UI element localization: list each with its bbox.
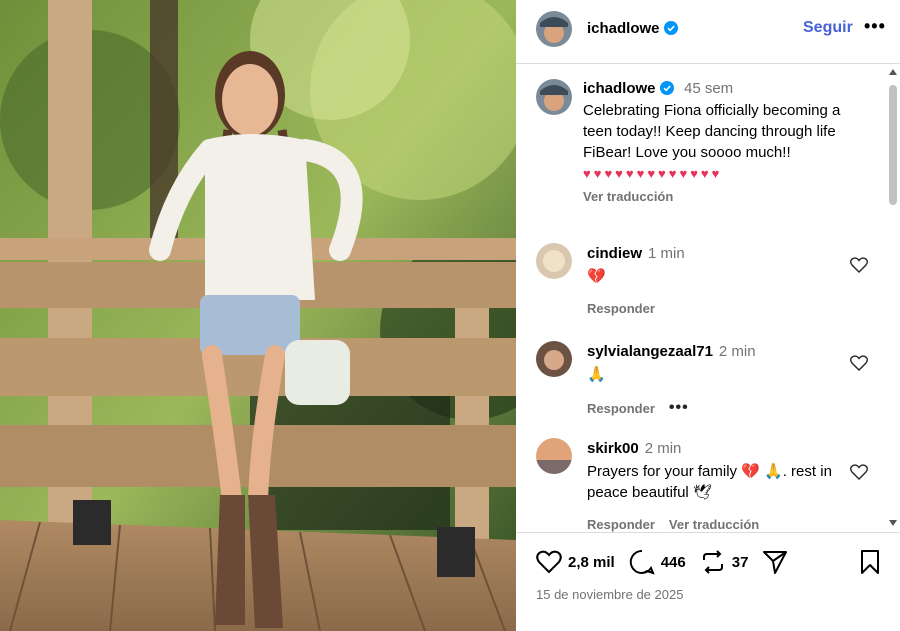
author-username[interactable]: ichadlowe xyxy=(587,20,678,37)
verified-badge-icon xyxy=(663,21,678,35)
comment-icon[interactable] xyxy=(629,549,655,575)
caption-time: 45 sem xyxy=(683,80,734,97)
scroll-down-icon[interactable] xyxy=(889,520,897,526)
post-date: 15 de noviembre de 2025 xyxy=(536,587,684,602)
comment-item: cindiew 1 min 💔 Responder xyxy=(536,243,876,323)
comment-like-heart-icon[interactable] xyxy=(850,464,868,480)
comment-username[interactable]: cindiew xyxy=(587,245,642,262)
follow-button[interactable]: Seguir xyxy=(803,19,853,37)
comment-item: sylvialangezaal71 2 min 🙏 Responder ••• xyxy=(536,341,876,421)
comments-count[interactable]: 446 xyxy=(661,554,686,571)
see-translation-link[interactable]: Ver traducción xyxy=(669,517,759,532)
share-icon[interactable] xyxy=(762,549,788,575)
post-footer: 2,8 mil 446 37 15 de noviembre de 2025 xyxy=(516,532,900,631)
reposts-count[interactable]: 37 xyxy=(732,554,749,571)
heart-icon[interactable] xyxy=(536,550,562,574)
caption-author-avatar[interactable] xyxy=(536,79,572,115)
reply-button[interactable]: Responder xyxy=(587,401,655,416)
comment-like-heart-icon[interactable] xyxy=(850,355,868,371)
comments-scroll-area[interactable]: ichadlowe 45 sem Celebrating Fiona offic… xyxy=(516,65,900,532)
see-translation-link[interactable]: Ver traducción xyxy=(583,189,873,204)
reply-button[interactable]: Responder xyxy=(587,517,655,532)
comment-avatar[interactable] xyxy=(536,243,572,279)
scroll-up-icon[interactable] xyxy=(889,69,897,75)
photo-illustration xyxy=(0,0,516,631)
post-header: ichadlowe Seguir ••• xyxy=(516,0,900,64)
more-options-button[interactable]: ••• xyxy=(864,16,886,37)
comment-time: 1 min xyxy=(648,245,685,262)
comment-more-icon[interactable]: ••• xyxy=(669,399,689,417)
caption-body: ichadlowe 45 sem Celebrating Fiona offic… xyxy=(583,80,873,204)
caption-username[interactable]: ichadlowe xyxy=(583,80,656,97)
post-photo xyxy=(0,0,516,631)
scrollbar[interactable] xyxy=(886,65,900,532)
verified-badge-icon xyxy=(659,81,674,95)
comment-text: 💔 xyxy=(587,268,606,285)
comment-avatar[interactable] xyxy=(536,438,572,474)
reply-button[interactable]: Responder xyxy=(587,301,655,316)
comment-time: 2 min xyxy=(718,343,756,360)
comment-username[interactable]: sylvialangezaal71 xyxy=(587,343,713,360)
comment-avatar[interactable] xyxy=(536,341,572,377)
comment-text: Prayers for your family 💔 🙏. rest in pea… xyxy=(587,463,832,501)
comment-text: 🙏 xyxy=(587,366,606,383)
caption-hearts: ♥♥♥♥♥♥♥♥♥♥♥♥♥ xyxy=(583,166,723,181)
comment-username[interactable]: skirk00 xyxy=(587,440,639,457)
comment-like-heart-icon[interactable] xyxy=(850,257,868,273)
comment-item: skirk00 2 min Prayers for your family 💔 🙏… xyxy=(536,438,876,532)
author-avatar[interactable] xyxy=(536,11,572,47)
scrollbar-thumb[interactable] xyxy=(889,85,897,205)
post-details-panel: ichadlowe Seguir ••• ichadlowe 45 sem Ce… xyxy=(516,0,900,631)
comment-time: 2 min xyxy=(644,440,682,457)
repost-icon[interactable] xyxy=(700,549,726,575)
likes-count[interactable]: 2,8 mil xyxy=(568,554,615,571)
bookmark-icon[interactable] xyxy=(859,549,881,575)
action-bar: 2,8 mil 446 37 xyxy=(536,549,802,575)
caption-text: Celebrating Fiona officially becoming a … xyxy=(583,102,841,161)
